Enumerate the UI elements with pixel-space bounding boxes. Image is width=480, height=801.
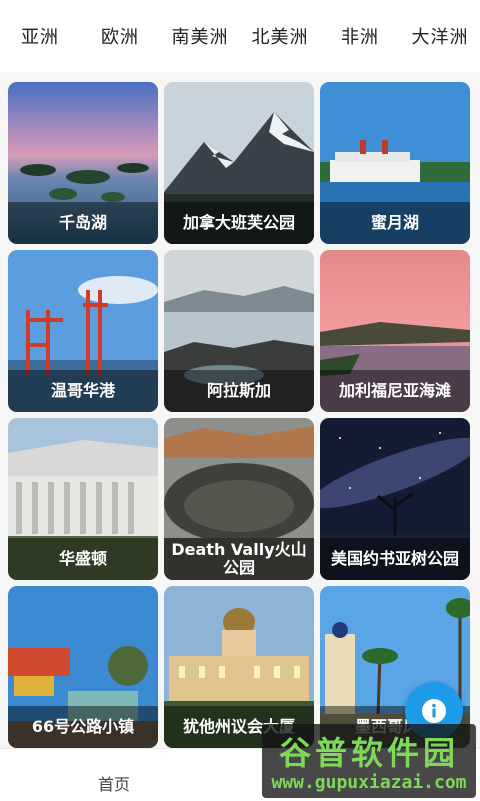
- destination-card[interactable]: 美国约书亚树公园: [320, 418, 470, 580]
- watermark-title: 谷普软件园: [278, 734, 459, 772]
- card-title: 美国约书亚树公园: [320, 538, 470, 580]
- card-title: 华盛顿: [8, 538, 158, 580]
- tab-north-america[interactable]: 北美洲: [240, 23, 320, 49]
- destination-card[interactable]: Death Vally火山公园: [164, 418, 314, 580]
- card-title: 加拿大班芙公园: [164, 202, 314, 244]
- tab-asia[interactable]: 亚洲: [0, 23, 80, 49]
- watermark-url: www.gupuxiazai.com: [271, 772, 467, 793]
- destination-card[interactable]: 温哥华港: [8, 250, 158, 412]
- info-icon: [422, 699, 446, 723]
- card-title: 千岛湖: [8, 202, 158, 244]
- card-title: 阿拉斯加: [164, 370, 314, 412]
- destination-grid: 千岛湖 加拿大班芙公园 蜜月湖 温哥华港 阿拉斯加 加利福尼亚海滩 华盛顿 De…: [8, 82, 474, 748]
- destination-card[interactable]: 千岛湖: [8, 82, 158, 244]
- card-title: 温哥华港: [8, 370, 158, 412]
- card-title: Death Vally火山公园: [164, 538, 314, 580]
- destination-card[interactable]: 加拿大班芙公园: [164, 82, 314, 244]
- card-title: 66号公路小镇: [8, 706, 158, 748]
- destination-card[interactable]: 66号公路小镇: [8, 586, 158, 748]
- destination-card[interactable]: 华盛顿: [8, 418, 158, 580]
- destination-card[interactable]: 加利福尼亚海滩: [320, 250, 470, 412]
- nav-home[interactable]: 首页: [98, 771, 130, 795]
- destination-card[interactable]: 蜜月湖: [320, 82, 470, 244]
- destination-card[interactable]: 阿拉斯加: [164, 250, 314, 412]
- tab-africa[interactable]: 非洲: [320, 23, 400, 49]
- watermark: 谷普软件园 www.gupuxiazai.com: [262, 724, 476, 798]
- card-title: 蜜月湖: [320, 202, 470, 244]
- tab-south-america[interactable]: 南美洲: [160, 23, 240, 49]
- tab-europe[interactable]: 欧洲: [80, 23, 160, 49]
- continent-tabs: 亚洲 欧洲 南美洲 北美洲 非洲 大洋洲: [0, 0, 480, 72]
- tab-oceania[interactable]: 大洋洲: [400, 23, 480, 49]
- card-title: 加利福尼亚海滩: [320, 370, 470, 412]
